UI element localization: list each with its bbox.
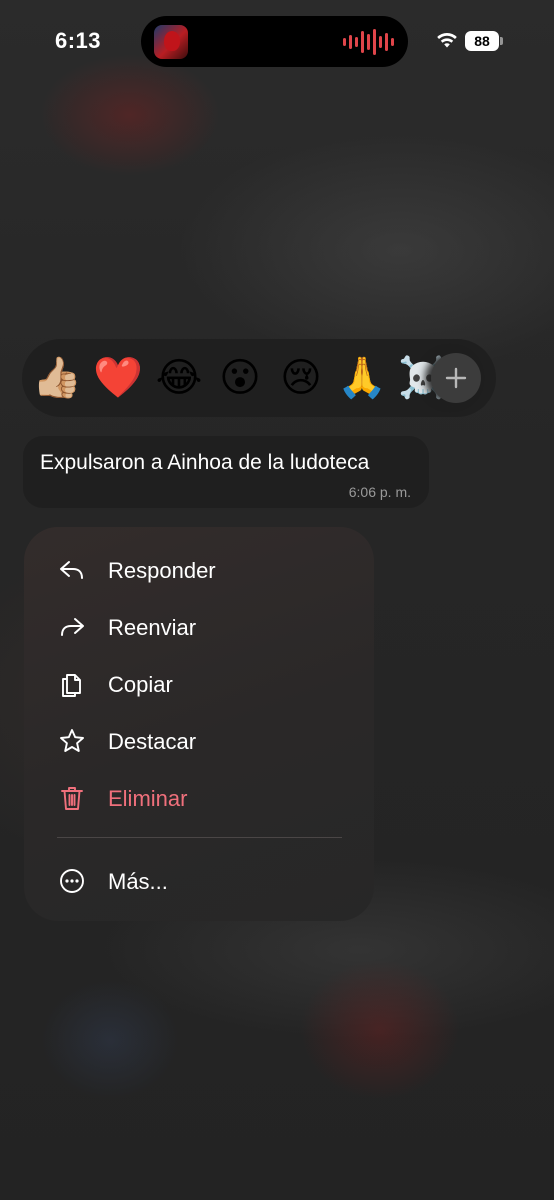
screen: 6:13 88 👍🏼 ❤️ 😂 😮 😢 🙏 ☠️ Expulsaron a Ai… bbox=[0, 0, 554, 1200]
menu-item-label: Más... bbox=[108, 869, 168, 894]
reaction-tears-of-joy[interactable]: 😂 bbox=[154, 353, 204, 403]
wifi-icon bbox=[437, 32, 457, 48]
forward-icon bbox=[61, 618, 84, 636]
reply-icon bbox=[60, 561, 83, 579]
audio-waveform-icon bbox=[343, 29, 394, 55]
menu-item-reply[interactable]: Responder bbox=[24, 544, 374, 594]
menu-item-label: Eliminar bbox=[108, 786, 188, 811]
menu-item-more[interactable]: Más... bbox=[24, 855, 374, 905]
plus-icon bbox=[445, 367, 467, 389]
add-reaction-button[interactable] bbox=[431, 353, 481, 403]
context-menu: Responder Reenviar Copiar Destacar Elimi… bbox=[24, 527, 374, 921]
status-time: 6:13 bbox=[55, 28, 102, 53]
copy-icon bbox=[62, 674, 81, 697]
menu-item-delete[interactable]: Eliminar bbox=[24, 772, 374, 822]
menu-item-label: Reenviar bbox=[108, 615, 197, 640]
menu-item-copy[interactable]: Copiar bbox=[24, 658, 374, 708]
battery-level: 88 bbox=[474, 33, 490, 49]
reaction-surprised[interactable]: 😮 bbox=[215, 353, 265, 403]
reaction-folded-hands[interactable]: 🙏 bbox=[337, 353, 387, 403]
battery-nub bbox=[500, 37, 503, 45]
menu-divider bbox=[57, 837, 342, 838]
menu-item-star[interactable]: Destacar bbox=[24, 715, 374, 765]
reaction-red-heart[interactable]: ❤️ bbox=[93, 353, 143, 403]
trash-icon bbox=[61, 787, 83, 810]
battery-icon: 88 bbox=[465, 31, 499, 51]
menu-item-label: Responder bbox=[108, 558, 216, 583]
dynamic-island[interactable] bbox=[141, 16, 408, 67]
app-avatar-icon[interactable] bbox=[154, 25, 188, 59]
reaction-bar: 👍🏼 ❤️ 😂 😮 😢 🙏 ☠️ bbox=[22, 339, 496, 417]
menu-item-label: Copiar bbox=[108, 672, 173, 697]
message-bubble[interactable]: Expulsaron a Ainhoa de la ludoteca 6:06 … bbox=[23, 436, 429, 508]
message-text: Expulsaron a Ainhoa de la ludoteca bbox=[40, 451, 370, 474]
reaction-thumbs-up[interactable]: 👍🏼 bbox=[32, 353, 82, 403]
message-timestamp: 6:06 p. m. bbox=[348, 484, 411, 500]
reaction-crying[interactable]: 😢 bbox=[276, 353, 326, 403]
star-icon bbox=[60, 729, 84, 752]
menu-item-label: Destacar bbox=[108, 729, 197, 754]
menu-item-forward[interactable]: Reenviar bbox=[24, 601, 374, 651]
more-icon bbox=[60, 869, 84, 893]
